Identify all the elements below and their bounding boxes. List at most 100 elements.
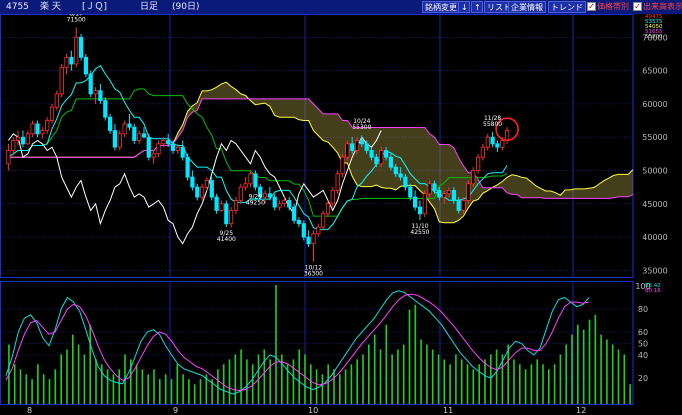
peak-value-label: 71500 bbox=[67, 16, 86, 23]
volume-bar bbox=[83, 354, 86, 404]
volume-bar bbox=[600, 334, 602, 404]
price-tick-label: 40000 bbox=[642, 233, 667, 242]
market-label: [ＪＱ] bbox=[82, 2, 108, 12]
candle-body bbox=[451, 189, 457, 201]
show-volume-checkbox[interactable]: ✓ bbox=[633, 2, 642, 11]
candle-body bbox=[195, 186, 200, 198]
volume-bar bbox=[472, 369, 475, 404]
volume-bar bbox=[629, 384, 631, 404]
volume-bar bbox=[582, 329, 585, 404]
candle-body bbox=[325, 203, 331, 215]
candle-body bbox=[25, 133, 30, 145]
candle-body bbox=[15, 136, 21, 141]
candle-body bbox=[209, 180, 214, 198]
candle-body bbox=[204, 180, 209, 188]
next-up-button[interactable]: ↑ bbox=[471, 1, 483, 13]
candle-body bbox=[500, 140, 505, 148]
osc-tick-label: 20 bbox=[638, 374, 648, 383]
candle-body bbox=[301, 223, 306, 238]
volume-bar bbox=[77, 344, 80, 404]
candle-body bbox=[190, 176, 195, 188]
volume-bar bbox=[478, 364, 480, 404]
candle-body bbox=[437, 189, 442, 198]
volume-bar bbox=[298, 349, 300, 404]
volume-bar bbox=[141, 369, 144, 404]
candle-body bbox=[350, 143, 355, 151]
volume-bar bbox=[344, 369, 347, 404]
candle-body bbox=[408, 186, 413, 198]
osc-tick-label: 40 bbox=[638, 351, 648, 360]
price-volume-label: 価格帯別 bbox=[597, 2, 629, 11]
price-tick-label: 60000 bbox=[642, 100, 667, 109]
volume-bar bbox=[524, 369, 527, 404]
month-label: 8 bbox=[27, 406, 32, 415]
osc-tick-label: 80 bbox=[638, 305, 648, 314]
volume-bar bbox=[182, 374, 184, 405]
volume-bar bbox=[391, 354, 393, 404]
indicator-legend-value: 55800 bbox=[645, 34, 663, 40]
volume-bar bbox=[321, 374, 324, 405]
volume-bar bbox=[66, 349, 68, 404]
price-volume-checkbox[interactable]: ✓ bbox=[587, 2, 596, 11]
candle-body bbox=[442, 193, 447, 198]
candle-body bbox=[335, 173, 340, 191]
volume-bar bbox=[588, 319, 591, 404]
peak-value-label: 49250 bbox=[246, 199, 265, 206]
candle-body bbox=[398, 173, 403, 178]
candle-body bbox=[471, 170, 476, 185]
volume-bar bbox=[310, 364, 312, 404]
candle-body bbox=[282, 199, 287, 205]
volume-bar bbox=[153, 369, 155, 404]
candle-body bbox=[354, 140, 360, 151]
candle-body bbox=[219, 203, 224, 211]
candle-body bbox=[379, 150, 384, 165]
candle-body bbox=[117, 133, 122, 148]
candle-body bbox=[224, 203, 229, 225]
candle-body bbox=[146, 136, 151, 158]
volume-bar bbox=[571, 334, 573, 404]
candle-body bbox=[490, 136, 495, 145]
volume-bar bbox=[559, 354, 562, 404]
volume-bar bbox=[292, 359, 295, 404]
candle-body bbox=[427, 183, 432, 195]
volume-bar bbox=[408, 309, 411, 404]
candle-body bbox=[456, 199, 461, 211]
candle-body bbox=[180, 146, 185, 158]
candle-body bbox=[83, 56, 88, 75]
candle-body bbox=[311, 233, 316, 245]
cloud-band bbox=[8, 82, 633, 223]
next-down-button[interactable]: ↓ bbox=[458, 1, 470, 13]
candle-body bbox=[330, 189, 335, 205]
candle-body bbox=[88, 73, 93, 95]
candle-body bbox=[480, 146, 486, 158]
company-info-button[interactable]: 企業情報 bbox=[508, 1, 546, 13]
peak-value-label: 42550 bbox=[410, 229, 429, 236]
volume-bar bbox=[490, 354, 492, 404]
candle-body bbox=[161, 140, 166, 145]
volume-bar bbox=[623, 354, 626, 404]
candle-body bbox=[388, 156, 394, 168]
candle-body bbox=[316, 226, 321, 235]
candle-body bbox=[475, 156, 481, 171]
volume-bar bbox=[577, 324, 579, 404]
volume-bar bbox=[519, 364, 521, 404]
volume-bar bbox=[373, 334, 376, 404]
change-symbol-button[interactable]: 銘柄変更 bbox=[422, 1, 460, 13]
volume-bar bbox=[263, 349, 266, 404]
volume-bar bbox=[402, 344, 405, 404]
period-label: 日足 bbox=[140, 2, 159, 12]
volume-bar bbox=[565, 344, 567, 404]
candle-body bbox=[243, 183, 248, 188]
trend-button[interactable]: トレンド bbox=[548, 1, 586, 13]
peak-value-label: 41400 bbox=[217, 236, 236, 243]
candle-body bbox=[412, 196, 418, 208]
volume-bar bbox=[199, 379, 202, 404]
candle-body bbox=[156, 143, 161, 155]
volume-bar bbox=[466, 364, 469, 404]
price-tick-label: 45000 bbox=[642, 200, 667, 209]
candle-body bbox=[214, 196, 219, 211]
volume-bar bbox=[548, 369, 550, 404]
volume-bar bbox=[246, 359, 248, 404]
candle-body bbox=[64, 56, 69, 68]
volume-bar bbox=[362, 354, 364, 404]
